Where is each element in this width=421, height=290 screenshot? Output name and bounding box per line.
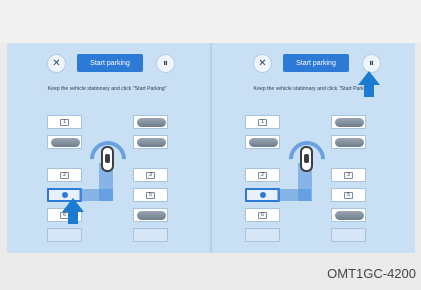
parking-path bbox=[277, 189, 311, 201]
instruction-text: Keep the vehicle stationary and click "S… bbox=[253, 86, 373, 92]
parking-slot-3[interactable]: 3 bbox=[133, 168, 168, 182]
parked-vehicle bbox=[47, 135, 82, 149]
arrow-stem bbox=[68, 211, 78, 224]
close-button[interactable]: ✕ bbox=[253, 54, 272, 73]
parking-slot-empty[interactable] bbox=[331, 228, 366, 242]
arrow-up-icon bbox=[62, 198, 84, 212]
parking-slot-5[interactable]: 5 bbox=[331, 188, 366, 202]
panel-divider bbox=[210, 43, 212, 253]
slot-number: 1 bbox=[258, 118, 267, 126]
parked-vehicle bbox=[331, 208, 366, 222]
parking-slot-2[interactable]: 2 bbox=[47, 168, 82, 182]
parking-path bbox=[79, 189, 113, 201]
parked-vehicle bbox=[133, 208, 168, 222]
instruction-text: Keep the vehicle stationary and click "S… bbox=[47, 86, 167, 92]
slot-number: 5 bbox=[344, 191, 353, 199]
parking-slot-5[interactable]: 5 bbox=[133, 188, 168, 202]
parked-vehicle bbox=[331, 115, 366, 129]
parking-panel-left: ✕ Start parking ⏸ Keep the vehicle stati… bbox=[7, 43, 207, 253]
parking-slot-1[interactable]: 1 bbox=[47, 115, 82, 129]
parked-vehicle bbox=[133, 115, 168, 129]
ego-vehicle bbox=[101, 146, 114, 172]
parked-vehicle bbox=[245, 135, 280, 149]
close-icon: ✕ bbox=[258, 58, 267, 69]
parking-slot-6[interactable]: 6 bbox=[245, 208, 280, 222]
selected-parking-slot[interactable] bbox=[245, 188, 280, 202]
arrow-stem bbox=[364, 84, 374, 97]
slot-number: 2 bbox=[60, 171, 69, 179]
start-parking-button[interactable]: Start parking bbox=[77, 54, 143, 72]
parking-slot-empty[interactable] bbox=[47, 228, 82, 242]
parking-panel-right: ✕ Start parking ⏸ Keep the vehicle stati… bbox=[213, 43, 413, 253]
selected-slot-icon bbox=[259, 192, 266, 198]
slot-number: 2 bbox=[258, 171, 267, 179]
top-margin bbox=[0, 0, 421, 43]
close-icon: ✕ bbox=[52, 58, 61, 69]
slot-number: 3 bbox=[344, 171, 353, 179]
parked-vehicle bbox=[331, 135, 366, 149]
slot-number: 1 bbox=[60, 118, 69, 126]
parking-slot-3[interactable]: 3 bbox=[331, 168, 366, 182]
slot-number: 5 bbox=[146, 191, 155, 199]
parking-slot-2[interactable]: 2 bbox=[245, 168, 280, 182]
parking-slot-empty[interactable] bbox=[245, 228, 280, 242]
arrow-up-icon bbox=[358, 71, 380, 85]
figure-code: OMT1GC-4200 bbox=[327, 266, 416, 281]
parking-slot-empty[interactable] bbox=[133, 228, 168, 242]
ego-vehicle bbox=[300, 146, 313, 172]
slot-number: 6 bbox=[258, 211, 267, 219]
start-parking-button[interactable]: Start parking bbox=[283, 54, 349, 72]
parking-slot-1[interactable]: 1 bbox=[245, 115, 280, 129]
parking-assist-button[interactable]: ⏸ bbox=[156, 54, 175, 73]
parked-vehicle bbox=[133, 135, 168, 149]
parking-assist-icon: ⏸ bbox=[369, 58, 374, 69]
parking-assist-icon: ⏸ bbox=[163, 58, 168, 69]
close-button[interactable]: ✕ bbox=[47, 54, 66, 73]
slot-number: 3 bbox=[146, 171, 155, 179]
